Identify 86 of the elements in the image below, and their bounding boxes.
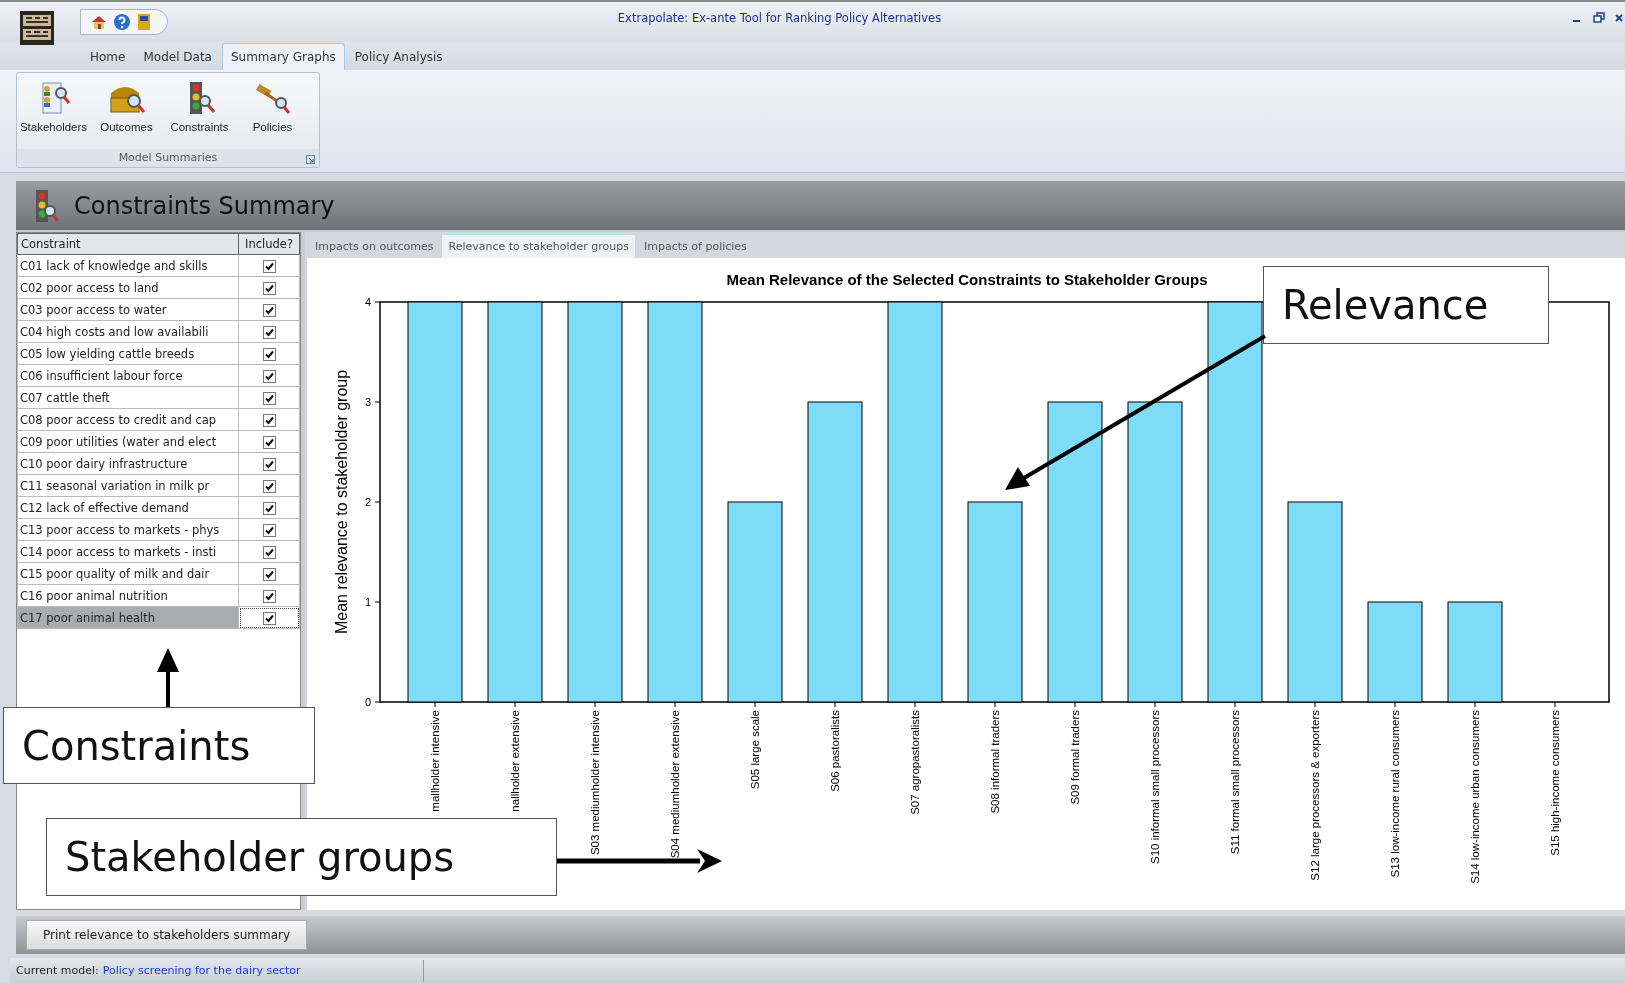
- x-tick-label: S03 mediumholder intensive: [589, 710, 601, 856]
- callout-box: Relevance: [1263, 266, 1549, 344]
- x-tick-label: S12 large processors & exporters: [1309, 710, 1321, 882]
- y-axis-label: Mean relevance to stakeholder group: [333, 370, 350, 635]
- column-header[interactable]: Constraint: [17, 233, 239, 255]
- arrow: [157, 648, 179, 707]
- table-cell[interactable]: C13 poor access to markets - phys: [17, 518, 239, 541]
- table-cell[interactable]: C09 poor utilities (water and elect: [17, 430, 239, 453]
- help-icon[interactable]: [113, 13, 131, 31]
- y-tick-label: 4: [364, 296, 371, 309]
- checkbox[interactable]: [262, 567, 276, 581]
- app-logo-icon[interactable]: [20, 11, 54, 45]
- y-tick-label: 0: [364, 696, 371, 709]
- x-tick-label: S07 agropastoralists: [909, 710, 921, 816]
- checkbox[interactable]: [262, 435, 276, 449]
- group-label: Model Summaries: [118, 151, 218, 165]
- checkbox[interactable]: [262, 545, 276, 559]
- table-cell[interactable]: C16 poor animal nutrition: [17, 584, 239, 607]
- x-tick-label: mallholder intensive: [429, 710, 441, 813]
- checkbox[interactable]: [262, 303, 276, 317]
- callout-box: Stakeholder groups: [46, 818, 557, 896]
- ribbon-tab[interactable]: Summary Graphs: [221, 42, 345, 70]
- window-title: Extrapolate: Ex-ante Tool for Ranking Policy Alternatives: [616, 11, 943, 25]
- dialog-launcher-icon[interactable]: [306, 154, 315, 164]
- table-cell[interactable]: C02 poor access to land: [17, 276, 239, 299]
- callout-box: Constraints: [3, 707, 315, 784]
- checkbox[interactable]: [262, 259, 276, 273]
- table-cell[interactable]: C04 high costs and low availabili: [17, 320, 239, 343]
- y-tick-label: 1: [364, 596, 371, 609]
- print-button[interactable]: Print relevance to stakeholders summary: [26, 920, 308, 951]
- calculator-icon[interactable]: [137, 13, 151, 31]
- checkbox[interactable]: [262, 479, 276, 493]
- ribbon-button[interactable]: Outcomes: [90, 72, 163, 149]
- x-tick-label: S06 pastoralists: [829, 710, 841, 793]
- y-tick-label: 2: [364, 496, 371, 509]
- ribbon-tab[interactable]: Policy Analysis: [346, 43, 451, 70]
- checkbox[interactable]: [262, 369, 276, 383]
- table-cell[interactable]: C07 cattle theft: [17, 386, 239, 409]
- y-tick-label: 3: [364, 396, 371, 409]
- table-cell[interactable]: C03 poor access to water: [17, 298, 239, 321]
- status-label: Current model:: [16, 964, 99, 978]
- close-icon[interactable]: [1615, 12, 1623, 24]
- checkbox[interactable]: [262, 325, 276, 339]
- table-cell[interactable]: C14 poor access to markets - insti: [17, 540, 239, 563]
- checkbox[interactable]: [262, 347, 276, 361]
- x-tick-label: S04 mediumholder extensive: [669, 710, 681, 859]
- x-tick-label: S14 low-income urban consumers: [1469, 710, 1481, 885]
- ribbon-tab[interactable]: Home: [82, 43, 134, 70]
- table-cell[interactable]: C11 seasonal variation in milk pr: [17, 474, 239, 497]
- column-header[interactable]: Include?: [238, 233, 300, 255]
- checkbox[interactable]: [262, 457, 276, 471]
- table-cell[interactable]: C10 poor dairy infrastructure: [17, 452, 239, 475]
- restore-icon[interactable]: [1593, 12, 1605, 24]
- table-cell[interactable]: C12 lack of effective demand: [17, 496, 239, 519]
- x-tick-label: S10 informal small processors: [1149, 710, 1161, 865]
- chart-tab[interactable]: Impacts on outcomes: [309, 235, 440, 259]
- status-value[interactable]: Policy screening for the dairy sector: [102, 964, 301, 978]
- table-cell[interactable]: C06 insufficient labour force: [17, 364, 239, 387]
- chart-tab[interactable]: Impacts of policies: [638, 235, 753, 259]
- x-tick-label: S08 informal traders: [989, 710, 1001, 814]
- chart-title: Mean Relevance of the Selected Constraints to Stakeholder Groups: [726, 271, 1208, 289]
- table-cell[interactable]: C15 poor quality of milk and dair: [17, 562, 239, 585]
- x-tick-label: S15 high-income consumers: [1549, 710, 1561, 857]
- section-title: Constraints Summary: [74, 191, 335, 220]
- checkbox[interactable]: [262, 281, 276, 295]
- checkbox[interactable]: [262, 589, 276, 603]
- checkbox[interactable]: [262, 523, 276, 537]
- table-cell[interactable]: C17 poor animal health: [17, 606, 239, 629]
- checkbox[interactable]: [262, 611, 276, 625]
- table-cell[interactable]: C05 low yielding cattle breeds: [17, 342, 239, 365]
- checkbox[interactable]: [262, 501, 276, 515]
- x-tick-label: nallholder extensive: [509, 710, 521, 813]
- ribbon-button[interactable]: Constraints: [163, 72, 236, 149]
- home-icon[interactable]: [91, 14, 107, 30]
- x-tick-label: S09 formal traders: [1069, 710, 1081, 806]
- table-cell[interactable]: C01 lack of knowledge and skills: [17, 254, 239, 277]
- ribbon-button[interactable]: Policies: [236, 72, 309, 149]
- ribbon-tab[interactable]: Model Data: [135, 43, 220, 70]
- checkbox[interactable]: [262, 413, 276, 427]
- table-cell[interactable]: C08 poor access to credit and cap: [17, 408, 239, 431]
- ribbon-button[interactable]: Stakeholders: [17, 72, 90, 149]
- x-tick-label: S13 low-income rural consumers: [1389, 710, 1401, 878]
- chart-tab[interactable]: Relevance to stakeholder groups: [441, 234, 637, 259]
- x-tick-label: S11 formal small processors: [1229, 710, 1241, 855]
- x-tick-label: S05 large scale: [749, 710, 761, 790]
- checkbox[interactable]: [262, 391, 276, 405]
